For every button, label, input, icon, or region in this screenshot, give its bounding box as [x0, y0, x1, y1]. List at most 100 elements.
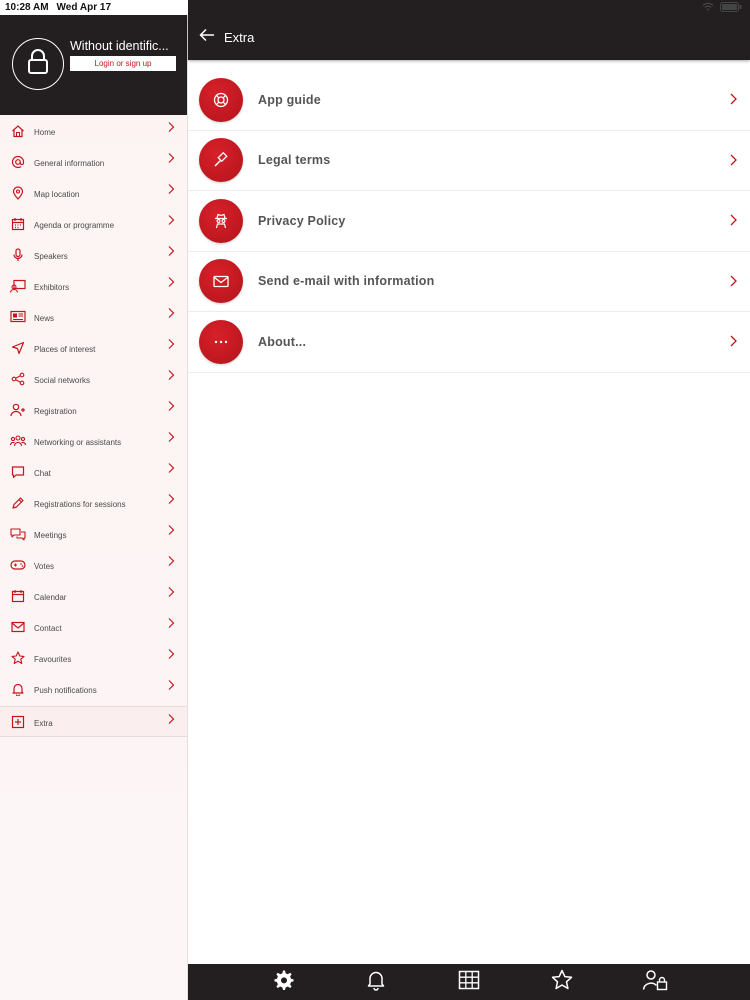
chevron-right-icon — [730, 93, 737, 105]
tab-grid[interactable] — [456, 969, 482, 995]
login-button[interactable]: Login or sign up — [70, 56, 176, 71]
sidebar-item-news[interactable]: News — [0, 301, 187, 332]
status-date: Wed Apr 17 — [56, 2, 112, 13]
star-icon — [10, 650, 26, 666]
envelope-icon — [199, 259, 243, 304]
sidebar-item-contact[interactable]: Contact — [0, 611, 187, 642]
list-item-legal-terms[interactable]: Legal terms — [188, 131, 750, 191]
chevron-right-icon — [168, 680, 175, 690]
sidebar-item-networking[interactable]: Networking or assistants — [0, 425, 187, 456]
chevron-right-icon — [168, 587, 175, 597]
sidebar-item-label: Push notifications — [34, 685, 97, 695]
bell-icon — [366, 969, 386, 996]
sidebar-item-label: Votes — [34, 561, 55, 571]
chevron-right-icon — [168, 714, 175, 724]
sidebar-item-label: General information — [34, 158, 105, 168]
arrow-left-icon — [199, 28, 215, 47]
spy-icon — [199, 198, 243, 243]
chevron-right-icon — [168, 618, 175, 628]
tab-notifications[interactable] — [363, 969, 389, 995]
sidebar-item-calendar[interactable]: Calendar — [0, 580, 187, 611]
sidebar-item-label: Contact — [34, 623, 62, 633]
back-button[interactable] — [196, 27, 218, 49]
chevron-right-icon — [168, 432, 175, 442]
sidebar-item-registrations-for-sessions[interactable]: Registrations for sessions — [0, 487, 187, 518]
sidebar-item-label: Networking or assistants — [34, 437, 122, 447]
gavel-icon — [199, 138, 243, 183]
avatar[interactable] — [12, 38, 64, 90]
lifebuoy-icon — [199, 77, 243, 122]
lock-icon — [27, 48, 49, 80]
sidebar-item-label: News — [34, 313, 55, 323]
chevron-right-icon — [730, 335, 737, 347]
sidebar-item-places-of-interest[interactable]: Places of interest — [0, 332, 187, 363]
sidebar-item-social-networks[interactable]: Social networks — [0, 363, 187, 394]
sidebar-item-label: Calendar — [34, 592, 67, 602]
plus-square-icon — [10, 714, 26, 730]
sidebar-item-push-notifications[interactable]: Push notifications — [0, 673, 187, 704]
sidebar-item-meetings[interactable]: Meetings — [0, 518, 187, 549]
sidebar-item-speakers[interactable]: Speakers — [0, 239, 187, 270]
sidebar-item-favourites[interactable]: Favourites — [0, 642, 187, 673]
grid-icon — [458, 970, 480, 995]
meetings-icon — [10, 526, 26, 542]
list-item-label: Legal terms — [258, 153, 331, 168]
sidebar-item-label: Home — [34, 127, 56, 137]
chevron-right-icon — [168, 525, 175, 535]
sidebar-item-label: Places of interest — [34, 344, 96, 354]
navigation-icon — [10, 340, 26, 356]
sidebar-item-map-location[interactable]: Map location — [0, 177, 187, 208]
top-bar: Extra — [188, 15, 750, 60]
chevron-right-icon — [168, 246, 175, 256]
chat-icon — [10, 464, 26, 480]
profile-name: Without identific... — [70, 39, 169, 53]
sidebar-item-label: Social networks — [34, 375, 91, 385]
chevron-right-icon — [730, 154, 737, 165]
battery-icon — [720, 1, 742, 14]
tab-settings[interactable] — [270, 969, 296, 995]
list-item-about[interactable]: About... — [188, 312, 750, 373]
chevron-right-icon — [730, 275, 737, 286]
tab-favourites[interactable] — [549, 969, 575, 995]
chevron-right-icon — [168, 370, 175, 380]
sidebar-item-votes[interactable]: Votes — [0, 549, 187, 580]
sidebar-item-label: Meetings — [34, 530, 67, 540]
status-right — [188, 0, 750, 15]
map-pin-icon — [10, 185, 26, 201]
list-item-app-guide[interactable]: App guide — [188, 70, 750, 131]
list-item-label: About... — [258, 334, 307, 349]
sidebar-item-label: Favourites — [34, 654, 72, 664]
gamepad-icon — [10, 557, 26, 573]
page-title: Extra — [224, 30, 255, 45]
sidebar-item-registration[interactable]: Registration — [0, 394, 187, 425]
sidebar-item-extra[interactable]: Extra — [0, 706, 187, 737]
wifi-icon — [702, 2, 714, 13]
list-item-send-email[interactable]: Send e-mail with information — [188, 252, 750, 312]
envelope-icon — [10, 619, 26, 635]
sidebar-item-chat[interactable]: Chat — [0, 456, 187, 487]
sidebar-item-agenda[interactable]: Agenda or programme — [0, 208, 187, 239]
chevron-right-icon — [168, 401, 175, 411]
sidebar-item-exhibitors[interactable]: Exhibitors — [0, 270, 187, 301]
tab-profile[interactable] — [642, 969, 668, 995]
exhibitors-icon — [10, 278, 26, 294]
pen-icon — [10, 495, 26, 511]
chevron-right-icon — [168, 277, 175, 287]
chevron-right-icon — [168, 122, 175, 132]
microphone-icon — [10, 247, 26, 263]
extra-list: App guide Legal terms Privacy Policy Sen… — [188, 70, 750, 373]
sidebar-item-general-information[interactable]: General information — [0, 146, 187, 177]
list-item-privacy-policy[interactable]: Privacy Policy — [188, 191, 750, 252]
gear-icon — [272, 969, 294, 996]
agenda-icon — [10, 216, 26, 232]
home-icon — [10, 123, 26, 139]
group-icon — [10, 433, 26, 449]
chevron-right-icon — [168, 308, 175, 318]
list-item-label: App guide — [258, 92, 321, 107]
status-left: 10:28 AM Wed Apr 17 — [0, 0, 188, 15]
sidebar-item-home[interactable]: Home — [0, 115, 187, 146]
sidebar-menu: Home General information Map location Ag… — [0, 115, 187, 737]
status-bar: 10:28 AM Wed Apr 17 — [0, 0, 750, 15]
chevron-right-icon — [730, 214, 737, 226]
sidebar-item-label: Map location — [34, 189, 80, 199]
